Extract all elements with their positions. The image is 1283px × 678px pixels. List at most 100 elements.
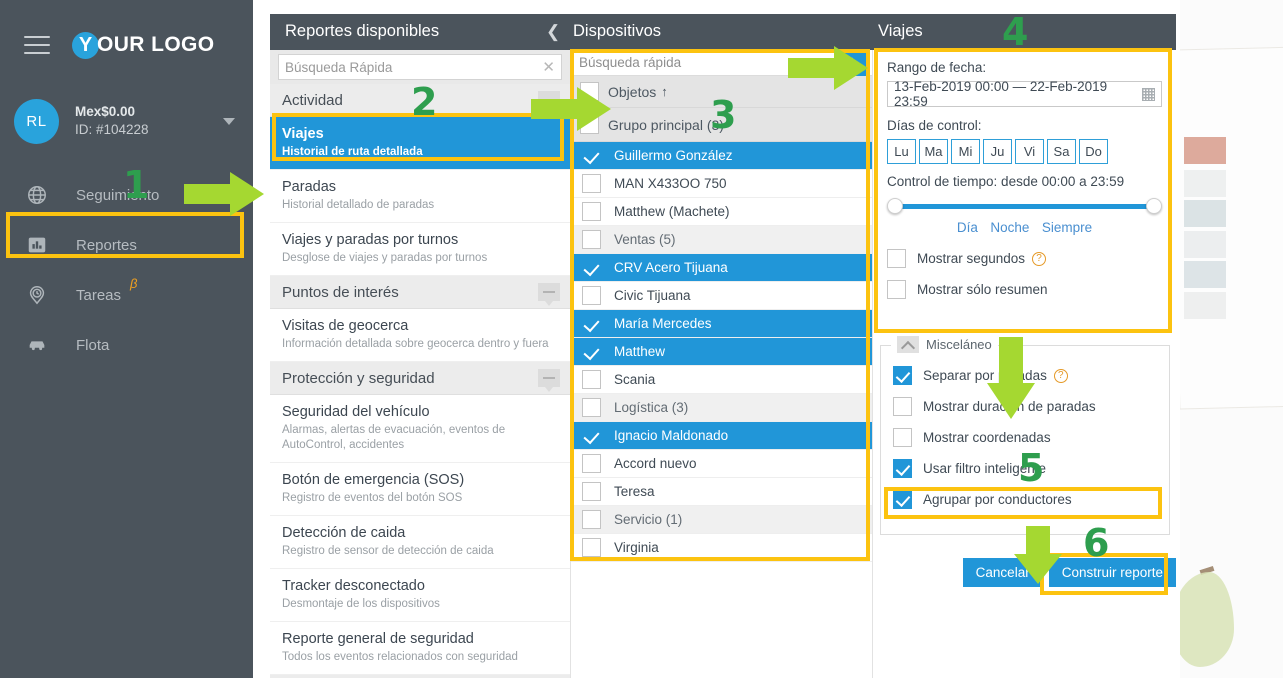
device-row[interactable]: MAN X433OO 750 [571, 170, 872, 198]
device-row[interactable]: María Mercedes [571, 310, 872, 338]
checkbox[interactable] [893, 490, 912, 509]
select-all-checkbox[interactable] [580, 82, 599, 101]
time-range-slider[interactable] [887, 198, 1162, 214]
account-switcher[interactable]: RL Mex$0.00 ID: #104228 [0, 90, 253, 152]
devices-column-header[interactable]: Objetos ↑ [571, 76, 872, 108]
checkbox[interactable] [893, 428, 912, 447]
day-toggle-do[interactable]: Do [1079, 139, 1108, 164]
day-toggle-mi[interactable]: Mi [951, 139, 980, 164]
devices-search-input[interactable] [579, 55, 864, 70]
chevron-left-icon[interactable]: ❮ [546, 22, 560, 42]
device-row[interactable]: Guillermo González [571, 142, 872, 170]
sidebar-item-tareas[interactable]: Tareas β [0, 270, 253, 320]
report-item-viajes[interactable]: Viajes Historial de ruta detallada [270, 117, 570, 170]
device-checkbox[interactable] [582, 538, 601, 557]
report-item-paradas[interactable]: Paradas Historial detallado de paradas [270, 170, 570, 223]
report-item-seguridad-vehiculo[interactable]: Seguridad del vehículo Alarmas, alertas … [270, 395, 570, 463]
checkbox[interactable] [887, 249, 906, 268]
miscellaneous-legend[interactable]: Misceláneo [891, 336, 998, 353]
device-row[interactable]: Matthew (Machete) [571, 198, 872, 226]
preset-siempre[interactable]: Siempre [1042, 220, 1092, 235]
slider-handle-start[interactable] [887, 198, 903, 214]
date-range-input[interactable]: 13-Feb-2019 00:00 — 22-Feb-2019 23:59 [887, 79, 1162, 109]
device-row[interactable]: Matthew [571, 338, 872, 366]
help-icon[interactable]: ? [1053, 368, 1068, 383]
day-toggle-ju[interactable]: Ju [983, 139, 1012, 164]
slider-handle-end[interactable] [1146, 198, 1162, 214]
devices-group-header[interactable]: Grupo principal (3) [571, 108, 872, 142]
report-item-deteccion-caida[interactable]: Detección de caida Registro de sensor de… [270, 516, 570, 569]
device-group-row[interactable]: Logística (3) [571, 394, 872, 422]
sidebar-item-flota[interactable]: Flota [0, 320, 253, 370]
date-range-label: Rango de fecha: [887, 60, 987, 75]
close-icon[interactable]: ✕ [538, 58, 555, 76]
hamburger-menu-icon[interactable] [24, 36, 50, 54]
report-group-header[interactable]: Actividad [270, 84, 570, 117]
device-row[interactable]: Accord nuevo [571, 450, 872, 478]
chevron-right-icon[interactable] [836, 52, 870, 76]
report-item-visitas-geocerca[interactable]: Visitas de geocerca Información detallad… [270, 309, 570, 362]
calendar-icon[interactable] [1142, 87, 1155, 101]
device-row[interactable]: Scania [571, 366, 872, 394]
device-checkbox[interactable] [582, 230, 601, 249]
sidebar-item-seguimiento[interactable]: Seguimiento [0, 170, 253, 220]
device-row[interactable]: CRV Acero Tijuana [571, 254, 872, 282]
device-row[interactable]: Virginia [571, 534, 872, 562]
device-row[interactable]: Ignacio Maldonado [571, 422, 872, 450]
bar-chart-icon [24, 232, 50, 258]
build-report-button[interactable]: Construir reporte [1048, 558, 1176, 587]
option-mostrar-duracion-paradas[interactable]: Mostrar duración de paradas [893, 391, 1157, 422]
day-toggle-vi[interactable]: Vi [1015, 139, 1044, 164]
chevron-up-icon[interactable] [897, 336, 919, 353]
report-item-viajes-paradas-turnos[interactable]: Viajes y paradas por turnos Desglose de … [270, 223, 570, 276]
group-checkbox[interactable] [580, 115, 599, 134]
device-checkbox[interactable] [582, 398, 601, 417]
device-checkbox[interactable] [582, 454, 601, 473]
day-toggle-sa[interactable]: Sa [1047, 139, 1076, 164]
option-mostrar-segundos[interactable]: Mostrar segundos ? [887, 249, 1162, 268]
device-group-row[interactable]: Ventas (5) [571, 226, 872, 254]
checkbox[interactable] [893, 397, 912, 416]
reports-search-input[interactable] [285, 59, 539, 75]
checkbox[interactable] [893, 459, 912, 478]
chevron-down-icon[interactable] [223, 117, 235, 125]
device-checkbox[interactable] [582, 286, 601, 305]
day-toggle-lu[interactable]: Lu [887, 139, 916, 164]
devices-search-box[interactable] [571, 50, 872, 76]
checkbox[interactable] [887, 280, 906, 299]
device-row[interactable]: Teresa [571, 478, 872, 506]
collapse-minus-icon[interactable] [538, 91, 560, 114]
cancel-button[interactable]: Cancelar [962, 558, 1043, 587]
day-toggle-ma[interactable]: Ma [919, 139, 948, 164]
preset-dia[interactable]: Día [957, 220, 978, 235]
report-item-reporte-general-seguridad[interactable]: Reporte general de seguridad Todos los e… [270, 622, 570, 675]
reports-search-box[interactable]: ✕ [278, 54, 562, 80]
report-group-header[interactable]: Protección y seguridad [270, 362, 570, 395]
device-group-row[interactable]: Servicio (1) [571, 506, 872, 534]
option-agrupar-por-conductores[interactable]: Agrupar por conductores [893, 484, 1157, 515]
device-checkbox[interactable] [582, 510, 601, 529]
report-item-boton-emergencia[interactable]: Botón de emergencia (SOS) Registro de ev… [270, 463, 570, 516]
collapse-minus-icon[interactable] [538, 283, 560, 306]
preset-noche[interactable]: Noche [990, 220, 1029, 235]
option-usar-filtro-inteligente[interactable]: Usar filtro inteligente [893, 453, 1157, 484]
device-checkbox[interactable] [582, 482, 601, 501]
device-label: Civic Tijuana [614, 288, 691, 303]
app-logo[interactable]: Y OUR LOGO [72, 31, 215, 59]
device-checkbox[interactable] [582, 370, 601, 389]
sidebar-item-reportes[interactable]: Reportes [0, 220, 253, 270]
check-icon [582, 342, 601, 361]
option-mostrar-solo-resumen[interactable]: Mostrar sólo resumen [887, 280, 1162, 299]
checkbox[interactable] [893, 366, 912, 385]
arrow-up-icon[interactable]: ↑ [661, 84, 668, 99]
report-group-header[interactable]: Puntos de interés [270, 276, 570, 309]
device-row[interactable]: Civic Tijuana [571, 282, 872, 310]
option-mostrar-coordenadas[interactable]: Mostrar coordenadas [893, 422, 1157, 453]
clock-pin-icon [24, 282, 50, 308]
collapse-minus-icon[interactable] [538, 369, 560, 392]
device-checkbox[interactable] [582, 202, 601, 221]
help-icon[interactable]: ? [1032, 251, 1047, 266]
report-item-tracker-desconectado[interactable]: Tracker desconectado Desmontaje de los d… [270, 569, 570, 622]
device-checkbox[interactable] [582, 174, 601, 193]
option-separar-por-paradas[interactable]: Separar por paradas ? [893, 360, 1157, 391]
